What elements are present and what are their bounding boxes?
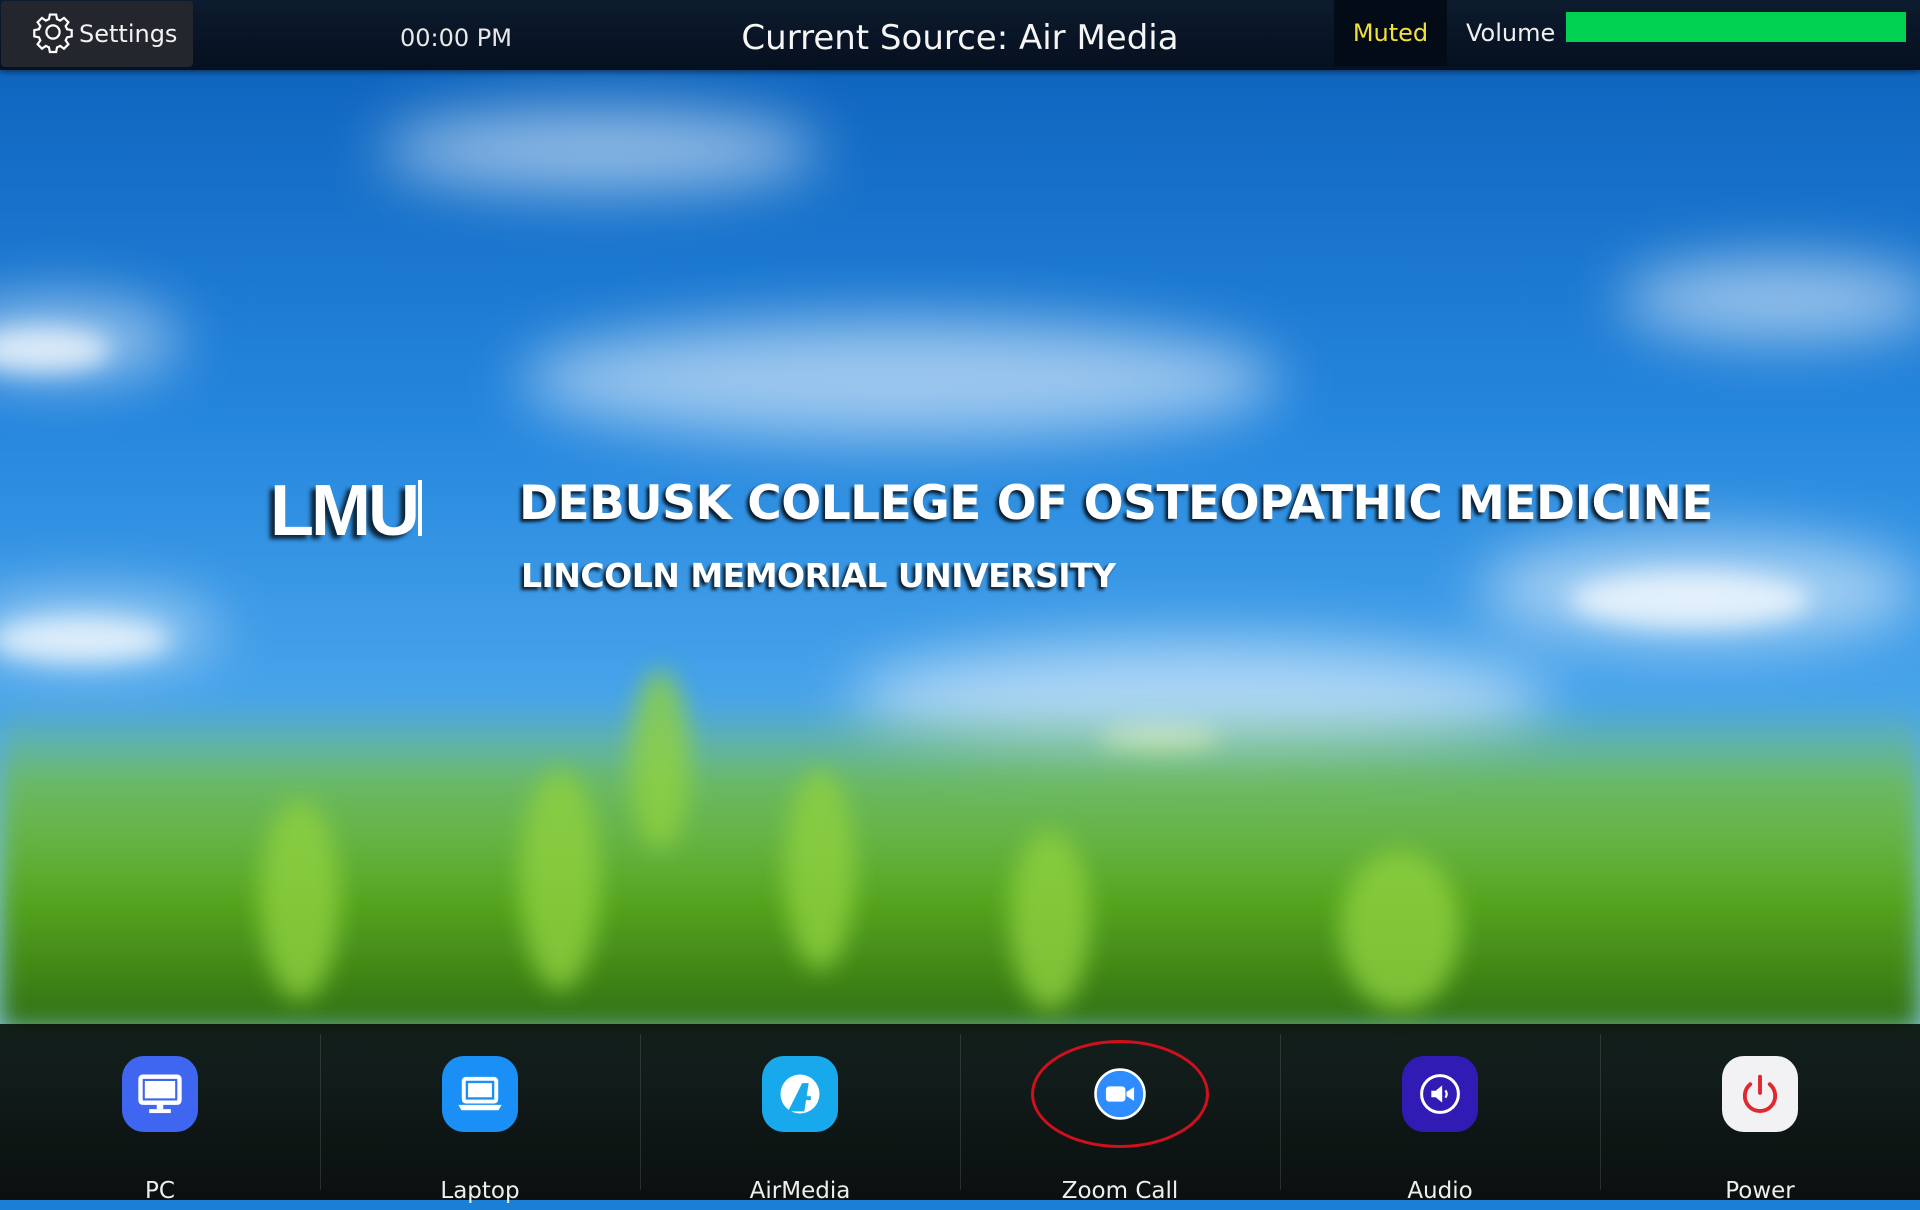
source-label-audio: Audio	[1407, 1178, 1473, 1204]
source-button-pc[interactable]: PC	[0, 1024, 320, 1204]
source-button-zoom-call[interactable]: Zoom Call	[960, 1024, 1280, 1204]
source-selection-bar: PC Laptop AirMedia Zoom Call Audio Power	[0, 1024, 1920, 1204]
source-button-audio[interactable]: Audio	[1280, 1024, 1600, 1204]
volume-slider[interactable]	[1566, 12, 1906, 42]
source-label-zoom-call: Zoom Call	[1061, 1178, 1179, 1204]
source-label-laptop: Laptop	[440, 1178, 520, 1204]
settings-label: Settings	[79, 20, 178, 48]
source-label-airmedia: AirMedia	[749, 1178, 851, 1204]
university-name: LINCOLN MEMORIAL UNIVERSITY	[521, 556, 1116, 595]
college-title: DEBUSK COLLEGE OF OSTEOPATHIC MEDICINE	[519, 476, 1713, 531]
current-source-title: Current Source: Air Media	[741, 18, 1179, 58]
source-button-power[interactable]: Power	[1600, 1024, 1920, 1204]
logo-divider	[418, 480, 422, 536]
background-sky-grass	[0, 0, 1920, 1200]
volume-label: Volume	[1466, 19, 1556, 47]
source-label-pc: PC	[145, 1178, 175, 1204]
lmu-logo: LMU	[270, 471, 420, 551]
zoom-camera-icon	[1082, 1056, 1158, 1132]
airmedia-icon	[762, 1056, 838, 1132]
mute-button[interactable]: Muted	[1334, 0, 1447, 66]
gear-icon	[31, 10, 75, 58]
speaker-icon	[1402, 1056, 1478, 1132]
laptop-icon	[442, 1056, 518, 1132]
monitor-icon	[122, 1056, 198, 1132]
source-button-laptop[interactable]: Laptop	[320, 1024, 640, 1204]
volume-level-fill	[1566, 12, 1906, 42]
power-icon	[1722, 1056, 1798, 1132]
settings-button[interactable]: Settings	[1, 1, 193, 67]
source-label-power: Power	[1725, 1178, 1795, 1204]
source-button-airmedia[interactable]: AirMedia	[640, 1024, 960, 1204]
top-status-bar: Settings 00:00 PM Current Source: Air Me…	[0, 0, 1920, 70]
clock: 00:00 PM	[400, 24, 512, 52]
